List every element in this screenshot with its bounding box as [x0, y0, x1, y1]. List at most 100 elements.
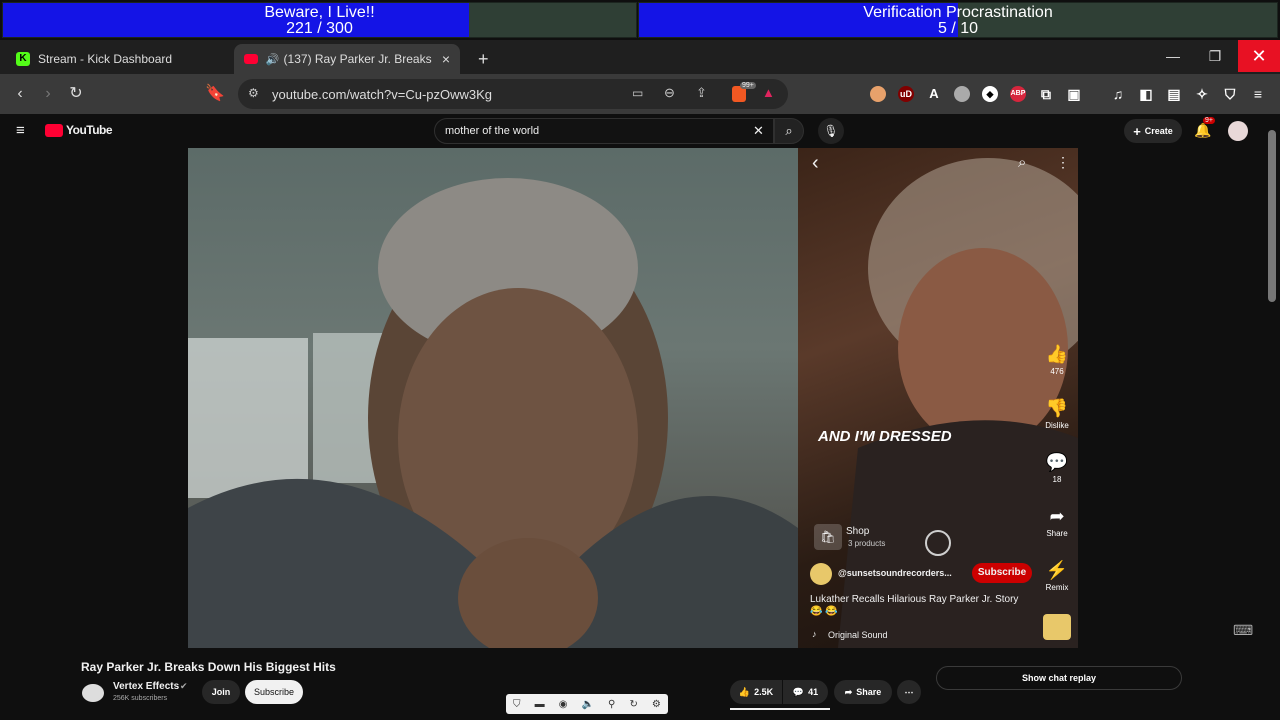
- bookmark-icon[interactable]: 🔖: [205, 84, 225, 104]
- settings-icon[interactable]: ⚙: [652, 699, 661, 710]
- extension-a-icon[interactable]: A: [926, 86, 942, 102]
- camera-icon[interactable]: ◉: [559, 699, 568, 710]
- comment-icon: 💬: [1045, 452, 1069, 472]
- close-window-button[interactable]: ✕: [1238, 40, 1280, 72]
- sidebar-icon[interactable]: ◧: [1138, 86, 1154, 102]
- reload-icon[interactable]: ↻: [66, 84, 86, 104]
- extension-icon[interactable]: [870, 86, 886, 102]
- forward-icon[interactable]: ›: [38, 84, 58, 104]
- thumbs-up-icon: 👍: [1045, 344, 1069, 364]
- volume-icon[interactable]: 🔈: [582, 699, 594, 710]
- goal-2-value: 5 / 10: [937, 20, 979, 37]
- channel-avatar[interactable]: [82, 684, 104, 702]
- youtube-header: ≡ YouTube mother of the world ✕ ⌕ 🎙 + Cre…: [0, 114, 1280, 148]
- adblock-plus-icon[interactable]: ABP: [1010, 86, 1026, 102]
- subscribe-button[interactable]: Subscribe: [245, 680, 303, 704]
- hamburger-menu-icon[interactable]: ≡: [16, 122, 25, 139]
- thumbs-up-icon: 👍: [738, 686, 751, 697]
- youtube-logo-text[interactable]: YouTube: [66, 123, 113, 137]
- create-button[interactable]: + Create: [1124, 119, 1182, 143]
- channel-name[interactable]: Vertex Effects: [113, 681, 179, 692]
- show-chat-replay-button[interactable]: Show chat replay: [936, 666, 1182, 690]
- shield-icon[interactable]: ⛉: [513, 699, 521, 710]
- address-bar[interactable]: ⚙ youtube.com/watch?v=Cu-pzOww3Kg ▭ ⊖ ⇪ …: [238, 79, 788, 109]
- clapper-icon[interactable]: ▬: [535, 699, 545, 710]
- refresh-icon[interactable]: ↻: [629, 699, 637, 710]
- comment-button[interactable]: 💬 41: [783, 680, 828, 704]
- short-sound-thumbnail[interactable]: [1043, 614, 1071, 640]
- page-scrollbar[interactable]: [1268, 130, 1276, 302]
- like-count: 476: [1050, 367, 1064, 376]
- short-remix-button[interactable]: ⚡ Remix: [1040, 560, 1074, 592]
- extension-diamond-icon[interactable]: ◆: [982, 86, 998, 102]
- avatar[interactable]: [1228, 121, 1248, 141]
- like-button[interactable]: 👍 2.5K: [730, 680, 782, 704]
- short-channel-name[interactable]: @sunsetsoundrecorders...: [838, 568, 952, 578]
- short-dislike-button[interactable]: 👎 Dislike: [1040, 398, 1074, 430]
- media-icon[interactable]: ♫: [1110, 86, 1126, 102]
- thumbs-down-icon: 👎: [1045, 398, 1069, 418]
- minimize-button[interactable]: —: [1152, 40, 1194, 72]
- clear-search-icon[interactable]: ✕: [753, 123, 764, 139]
- tab-kick-dashboard[interactable]: K Stream - Kick Dashboard: [6, 44, 232, 74]
- remix-label: Remix: [1045, 583, 1069, 592]
- notifications-icon[interactable]: 🔔: [1194, 122, 1211, 139]
- keyboard-icon[interactable]: ⌨: [1233, 622, 1253, 639]
- extension-circle-icon[interactable]: [954, 86, 970, 102]
- like-ratio-bar: [730, 708, 830, 710]
- restore-button[interactable]: ❐: [1194, 40, 1236, 72]
- search-icon[interactable]: ⌕: [1018, 154, 1026, 171]
- share-page-icon[interactable]: ⇪: [696, 85, 707, 101]
- close-tab-icon[interactable]: ×: [442, 51, 450, 67]
- join-button[interactable]: Join: [202, 680, 240, 704]
- back-icon[interactable]: ‹: [812, 152, 819, 175]
- comment-count: 41: [808, 687, 819, 697]
- search-button-icon[interactable]: ⌕: [774, 118, 804, 144]
- extensions-puzzle-icon[interactable]: ⧉: [1038, 86, 1054, 102]
- stream-goal-overlay: Beware, I Live!! 221 / 300 Verification …: [0, 0, 1280, 40]
- video-player[interactable]: [188, 148, 798, 648]
- shop-label[interactable]: Shop: [846, 526, 869, 537]
- site-info-icon[interactable]: ⚙: [248, 86, 259, 100]
- speaker-icon[interactable]: 🔊: [266, 53, 280, 66]
- vpn-icon[interactable]: ⛉: [1222, 86, 1238, 102]
- goal-1-title: Beware, I Live!!: [264, 4, 375, 21]
- shields-badge: 99+: [740, 82, 756, 89]
- screenshot-icon[interactable]: ▣: [1066, 86, 1082, 102]
- menu-icon[interactable]: ≡: [1250, 86, 1266, 102]
- zoom-icon[interactable]: ⊖: [664, 85, 675, 101]
- plus-icon: +: [1133, 123, 1141, 139]
- short-like-button[interactable]: 👍 476: [1040, 344, 1074, 376]
- dislike-label: Dislike: [1045, 421, 1069, 430]
- cast-icon[interactable]: ▭: [632, 86, 643, 100]
- search-input[interactable]: mother of the world ✕: [434, 118, 774, 144]
- more-actions-icon[interactable]: ⋯: [897, 680, 921, 704]
- ublock-icon[interactable]: uD: [898, 86, 914, 102]
- share-label: Share: [1046, 529, 1068, 538]
- more-options-icon[interactable]: ⋮: [1056, 154, 1070, 171]
- wallet-icon[interactable]: ▤: [1166, 86, 1182, 102]
- youtube-logo-icon[interactable]: [45, 124, 63, 137]
- shorts-panel[interactable]: ‹ ⌕ ⋮ AND I'M DRESSED 🛍 Shop 3 products …: [798, 148, 1078, 648]
- short-channel-avatar[interactable]: [810, 563, 832, 585]
- goal-bar-2: Verification Procrastination 5 / 10: [638, 2, 1278, 38]
- share-button[interactable]: ➦ Share: [834, 680, 892, 704]
- brave-rewards-icon[interactable]: ▲: [762, 85, 775, 100]
- like-count: 2.5K: [754, 687, 774, 697]
- short-subscribe-button[interactable]: Subscribe: [972, 563, 1032, 583]
- pin-icon[interactable]: ⚲: [608, 699, 615, 710]
- new-tab-button[interactable]: +: [468, 44, 499, 74]
- microphone-icon[interactable]: 🎙: [818, 118, 844, 144]
- share-icon: ➦: [1049, 506, 1065, 526]
- short-comments-button[interactable]: 💬 18: [1040, 452, 1074, 484]
- short-share-button[interactable]: ➦ Share: [1040, 506, 1074, 538]
- shop-bag-icon[interactable]: 🛍: [814, 524, 842, 550]
- leo-ai-icon[interactable]: ✧: [1194, 86, 1210, 102]
- short-sound[interactable]: Original Sound: [828, 630, 888, 640]
- back-icon[interactable]: ‹: [10, 84, 30, 104]
- tab-label: Stream - Kick Dashboard: [38, 52, 173, 66]
- tab-youtube[interactable]: 🔊 (137) Ray Parker Jr. Breaks Do ×: [234, 44, 460, 74]
- video-title: Ray Parker Jr. Breaks Down His Biggest H…: [81, 660, 336, 674]
- short-description[interactable]: Lukather Recalls Hilarious Ray Parker Jr…: [810, 594, 1030, 618]
- kick-icon: K: [16, 52, 30, 66]
